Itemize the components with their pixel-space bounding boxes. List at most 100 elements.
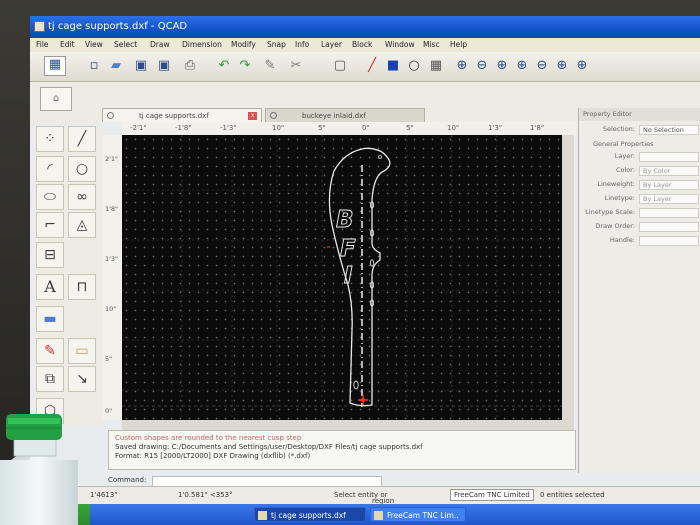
menu-window[interactable]: Window — [385, 40, 415, 49]
command-label: Command: — [108, 476, 147, 484]
prop-label: Handle: — [609, 236, 635, 244]
taskbar-item-label: FreeCam TNC Lim.. — [387, 511, 459, 520]
open-icon[interactable]: ▰ — [108, 58, 124, 74]
taskbar-item-qcad[interactable]: tj cage supports.dxf — [254, 507, 366, 522]
block-tool-icon[interactable]: ▭ — [68, 338, 96, 364]
zoom-out-icon[interactable]: ⊖ — [474, 58, 490, 74]
circle-icon[interactable]: ○ — [406, 58, 422, 74]
menu-file[interactable]: File — [36, 40, 49, 49]
selection-label: Selection: — [602, 125, 635, 133]
menu-view[interactable]: View — [85, 40, 103, 49]
tab-tj-cage-supports[interactable]: tj cage supports.dxf x — [102, 108, 262, 122]
lineweight-field[interactable]: By Layer — [639, 180, 699, 190]
pen-icon[interactable]: ╱ — [364, 58, 380, 74]
menu-block[interactable]: Block — [352, 40, 372, 49]
circle-tool-icon[interactable]: ○ — [68, 156, 96, 182]
menu-layer[interactable]: Layer — [321, 40, 342, 49]
menu-select[interactable]: Select — [114, 40, 137, 49]
info-tool-icon[interactable]: ↘ — [68, 366, 96, 392]
color-field[interactable]: By Color — [639, 166, 699, 176]
qcad-task-icon — [258, 511, 267, 520]
color-box-icon[interactable]: ■ — [385, 58, 401, 74]
modify-tool-icon[interactable]: ✎ — [36, 338, 64, 364]
menu-snap[interactable]: Snap — [267, 40, 286, 49]
menu-draw[interactable]: Draw — [150, 40, 170, 49]
taskbar-item-label: tj cage supports.dxf — [271, 511, 346, 520]
polyline-tool-icon[interactable]: ⌐ — [36, 212, 64, 238]
close-icon[interactable]: x — [248, 112, 257, 120]
zoom-in-icon[interactable]: ⊕ — [454, 58, 470, 74]
arc-tool-icon[interactable]: ◜ — [36, 156, 64, 182]
zoom-window-icon[interactable]: ⊕ — [494, 58, 510, 74]
line-tool-icon[interactable]: ╱ — [68, 126, 96, 152]
layout-icon[interactable]: ▦ — [44, 56, 66, 76]
window-title: tj cage supports.dxf - QCAD — [48, 21, 188, 32]
menu-bar: File Edit View Select Draw Dimension Mod… — [30, 38, 700, 52]
ruler-tick-label: 1'3" — [488, 124, 503, 132]
menu-help[interactable]: Help — [450, 40, 467, 49]
grid-icon[interactable]: ▦ — [428, 58, 444, 74]
print-icon[interactable]: ⎙ — [182, 58, 198, 74]
origin-dot — [361, 398, 365, 402]
horizontal-ruler: -2'1" -1'8" -1'3" 10" 5" 0" 5" 10" 1'3" … — [122, 122, 577, 135]
selection-combo[interactable]: No Selection — [639, 125, 699, 135]
prop-label: Layer: — [614, 152, 635, 160]
undo-icon[interactable]: ↶ — [216, 58, 232, 74]
pencil-icon[interactable]: ✎ — [262, 58, 278, 74]
redo-icon[interactable]: ↷ — [237, 58, 253, 74]
drawing-canvas[interactable]: B F I — [122, 135, 562, 420]
points-tool-icon[interactable]: ⁘ — [36, 126, 64, 152]
ruler-tick-label: 5" — [318, 124, 326, 132]
general-properties-header: General Properties — [593, 140, 654, 148]
document-icon — [107, 112, 114, 119]
menu-modify[interactable]: Modify — [231, 40, 256, 49]
select-tool-icon[interactable]: ⧉ — [36, 366, 64, 392]
main-toolbar: ▦ ▫ ▰ ▣ ▣ ⎙ ↶ ↷ ✎ ✂ ▢ ╱ ■ ○ ▦ ⊕ ⊖ ⊕ ⊕ ⊖ … — [30, 52, 700, 82]
menu-misc[interactable]: Misc — [423, 40, 440, 49]
menu-info[interactable]: Info — [295, 40, 309, 49]
measure-tool-icon[interactable]: ⊓ — [68, 274, 96, 300]
dimension-tool-icon[interactable]: ⊟ — [36, 242, 64, 268]
vertical-scrollbar[interactable] — [562, 135, 574, 435]
zoom-redraw-icon[interactable]: ⊕ — [554, 58, 570, 74]
ruler-tick-label: 5" — [105, 355, 113, 363]
ellipse-tool-icon[interactable]: ⬭ — [36, 184, 64, 210]
qcad-window: tj cage supports.dxf - QCAD File Edit Vi… — [30, 16, 700, 525]
zoom-pan-icon[interactable]: ⊕ — [574, 58, 590, 74]
slot-holes — [353, 201, 375, 390]
linetype-field[interactable]: By Layer — [639, 194, 699, 204]
zoom-previous-icon[interactable]: ⊖ — [534, 58, 550, 74]
new-icon[interactable]: ▫ — [86, 58, 102, 74]
qcad-app-icon — [34, 21, 45, 32]
handle-field[interactable] — [639, 236, 699, 246]
snap-free-button[interactable]: ⌂ — [40, 87, 72, 111]
layer-field[interactable] — [639, 152, 699, 162]
linetype-scale-field[interactable] — [639, 208, 699, 218]
ruler-tick-label: -2'1" — [130, 124, 147, 132]
save-as-icon[interactable]: ▣ — [156, 58, 172, 74]
prop-label: Color: — [615, 166, 635, 174]
draw-order-field[interactable] — [639, 222, 699, 232]
document-tabs: tj cage supports.dxf x buckeye inlaid.dx… — [102, 108, 572, 122]
engraved-letters: B F I — [336, 207, 357, 290]
spline-tool-icon[interactable]: ∞ — [68, 184, 96, 210]
text-tool-icon[interactable]: A — [36, 274, 64, 300]
snap-mode-indicator: FreeCam TNC Limited — [450, 489, 534, 501]
log-line: Saved drawing: C:/Documents and Settings… — [115, 443, 423, 451]
part-outline[interactable] — [328, 147, 391, 407]
menu-dimension[interactable]: Dimension — [182, 40, 222, 49]
ruler-tick-label: -1'3" — [220, 124, 237, 132]
cut-icon[interactable]: ✂ — [288, 58, 304, 74]
prop-label: Linetype: — [604, 194, 635, 202]
tab-buckeye-inlaid[interactable]: buckeye inlaid.dxf — [265, 108, 425, 122]
menu-edit[interactable]: Edit — [60, 40, 75, 49]
clipboard-icon[interactable]: ▢ — [332, 58, 348, 74]
image-tool-icon[interactable]: ▬ — [36, 306, 64, 332]
save-icon[interactable]: ▣ — [133, 58, 149, 74]
horizontal-scrollbar[interactable] — [122, 420, 562, 430]
shapes-tool-icon[interactable]: ◬ — [68, 212, 96, 238]
taskbar-item-freecam[interactable]: FreeCam TNC Lim.. — [370, 507, 466, 522]
log-line: Format: R15 [2000/LT2000] DXF Drawing (d… — [115, 452, 311, 460]
letter-i: I — [344, 263, 353, 289]
zoom-auto-icon[interactable]: ⊕ — [514, 58, 530, 74]
